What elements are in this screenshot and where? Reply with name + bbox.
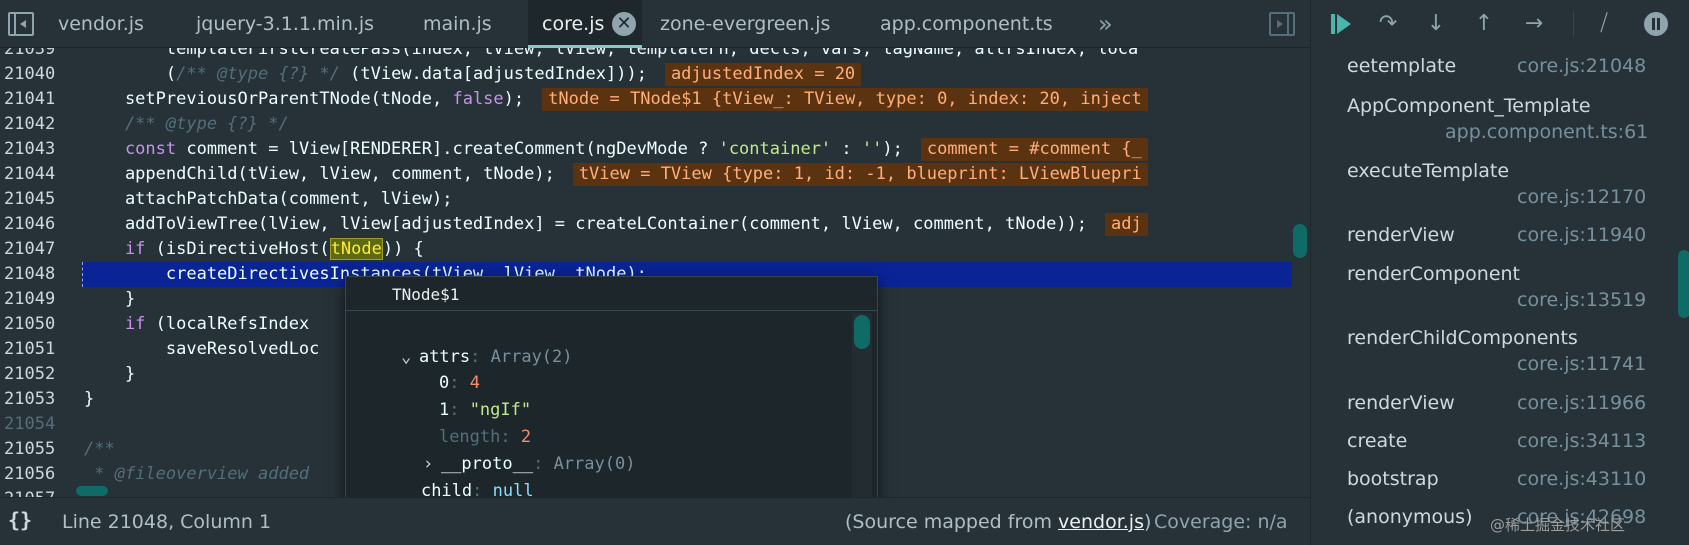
popover-title: TNode$1 [346, 277, 877, 311]
editor-horizontal-scrollbar[interactable] [76, 486, 108, 496]
call-stack-frame[interactable]: renderComponent core.js:13519 [1311, 263, 1689, 315]
call-stack-frame[interactable]: eetemplate core.js:21048 [1311, 55, 1689, 91]
inline-value: adj [1105, 213, 1148, 236]
call-stack-scrollbar[interactable] [1678, 250, 1689, 318]
status-bar: {} Line 21048, Column 1 (Source mapped f… [0, 497, 1310, 545]
editor-vertical-scrollbar[interactable] [1293, 224, 1307, 258]
source-map-link[interactable]: vendor.js [1058, 511, 1144, 533]
pause-icon [1644, 12, 1668, 36]
call-stack-frame[interactable]: create core.js:34113 [1311, 430, 1689, 460]
popover-row[interactable]: child: null [380, 452, 534, 501]
pause-on-exceptions-button[interactable] [1641, 10, 1671, 38]
step-out-button[interactable]: ↑ [1469, 10, 1499, 38]
toggle-debugger-icon[interactable] [1269, 12, 1295, 36]
code-line: setPreviousOrParentTNode(tNode, false); t… [84, 87, 1148, 112]
code-line: /** [84, 439, 115, 459]
source-map-info: (Source mapped from vendor.js) [845, 511, 1152, 533]
tab-jquery-js[interactable]: jquery-3.1.1.min.js [196, 0, 374, 48]
line-number[interactable]: 21055 [4, 437, 72, 462]
line-number[interactable]: 21045 [4, 187, 72, 212]
code-line: saveResolvedLoc [84, 339, 320, 359]
line-number[interactable]: 21043 [4, 137, 72, 162]
resume-button[interactable] [1325, 10, 1355, 38]
popover-row[interactable]: length: 2 [398, 398, 531, 447]
tab-vendor-js[interactable]: vendor.js [58, 0, 144, 48]
code-line: if (isDirectiveHost(tNode)) { [84, 238, 424, 260]
code-line: templateFirstCreatePass(index, tView, lV… [84, 48, 1139, 59]
code-line: } [84, 289, 136, 309]
step-over-icon: ↷ [1378, 11, 1398, 36]
tab-label: core.js [542, 13, 605, 35]
line-number[interactable]: 21041 [4, 87, 72, 112]
line-number[interactable]: 21047 [4, 237, 72, 262]
popover-row[interactable]: 0: 4 [398, 344, 480, 393]
toolbar-divider [1573, 12, 1574, 36]
more-tabs-icon[interactable]: » [1098, 10, 1113, 38]
popover-row-proto[interactable]: › __proto__: Array(0) [382, 425, 636, 474]
code-line: const comment = lView[RENDERER].createCo… [84, 137, 1148, 162]
inline-value: tNode = TNode$1 {tView_: TView, type: 0,… [542, 88, 1148, 111]
code-line: if (localRefsIndex [84, 314, 310, 334]
step-out-icon: ↑ [1474, 11, 1494, 36]
step-button[interactable]: → [1519, 10, 1549, 38]
code-line: addToViewTree(lView, lView[adjustedIndex… [84, 212, 1148, 237]
line-number[interactable]: 21049 [4, 287, 72, 312]
deactivate-breakpoints-icon: ⧸ [1600, 11, 1608, 36]
cursor-position: Line 21048, Column 1 [62, 511, 272, 533]
coverage-status: Coverage: n/a [1154, 511, 1288, 533]
code-line: } [84, 389, 95, 409]
tab-core-js[interactable]: core.js ✕ [528, 0, 642, 48]
editor-tab-bar: vendor.js jquery-3.1.1.min.js main.js co… [0, 0, 1310, 48]
line-number[interactable]: 21054 [4, 412, 72, 437]
tab-zone-evergreen-js[interactable]: zone-evergreen.js [660, 0, 830, 48]
pretty-print-icon[interactable]: {} [8, 508, 32, 532]
popover-row-attrs[interactable]: ⌄ attrs: Array(2) [360, 318, 573, 367]
line-number[interactable]: 21053 [4, 387, 72, 412]
debugger-toolbar: ↷ ↓ ↑ → ⧸ [1311, 0, 1689, 48]
code-line: * @fileoverview added [84, 464, 310, 484]
call-stack-frame[interactable]: renderView core.js:11940 [1311, 224, 1689, 254]
line-number[interactable]: 21056 [4, 462, 72, 487]
line-number[interactable]: 21040 [4, 62, 72, 87]
popover-row[interactable]: 1: "ngIf" [398, 371, 531, 420]
inline-value: adjustedIndex = 20 [664, 63, 862, 86]
line-number-gutter[interactable]: 21039 21040 21041 21042 21043 21044 2104… [0, 48, 76, 497]
call-stack-frame[interactable]: renderChildComponents core.js:11741 [1311, 327, 1689, 379]
code-line: /** @type {?} */ [84, 114, 289, 134]
tab-app-component-ts[interactable]: app.component.ts [880, 0, 1053, 48]
line-number[interactable]: 21052 [4, 362, 72, 387]
watermark: @稀土掘金技术社区 [1490, 516, 1626, 534]
step-into-icon: ↓ [1426, 11, 1446, 36]
toggle-sidebar-icon[interactable] [8, 12, 34, 36]
call-stack-frame[interactable]: bootstrap core.js:43110 [1311, 468, 1689, 498]
step-icon: → [1524, 11, 1544, 36]
call-stack-frame[interactable]: AppComponent_Template app.component.ts:6… [1311, 95, 1689, 147]
line-number[interactable]: 21044 [4, 162, 72, 187]
resume-icon [1331, 14, 1335, 34]
line-number[interactable]: 21042 [4, 112, 72, 137]
code-line: (/** @type {?} */ (tView.data[adjustedIn… [84, 62, 862, 87]
code-line: attachPatchData(comment, lView); [84, 189, 453, 209]
line-number[interactable]: 21039 [4, 48, 72, 62]
line-number[interactable]: 21057 [4, 487, 72, 497]
line-number[interactable]: 21046 [4, 212, 72, 237]
line-number[interactable]: 21048 [4, 262, 72, 287]
inline-value: tView = TView {type: 1, id: -1, blueprin… [572, 163, 1148, 186]
inline-value: comment = #comment {_ [920, 138, 1148, 161]
hovered-token[interactable]: tNode [329, 238, 383, 260]
line-number[interactable]: 21050 [4, 312, 72, 337]
step-into-button[interactable]: ↓ [1421, 10, 1451, 38]
close-icon[interactable]: ✕ [612, 12, 636, 36]
line-number[interactable]: 21051 [4, 337, 72, 362]
code-line: } [84, 364, 136, 384]
popover-vertical-scrollbar[interactable] [854, 315, 870, 349]
code-line: appendChild(tView, lView, comment, tNode… [84, 162, 1148, 187]
tab-main-js[interactable]: main.js [423, 0, 492, 48]
step-over-button[interactable]: ↷ [1373, 10, 1403, 38]
call-stack-frame[interactable]: executeTemplate core.js:12170 [1311, 160, 1689, 212]
debugger-sidebar: ↷ ↓ ↑ → ⧸ eetemplate core.js:21048 AppCo… [1310, 0, 1689, 545]
deactivate-breakpoints-button[interactable]: ⧸ [1589, 10, 1619, 38]
call-stack-frame[interactable]: renderView core.js:11966 [1311, 392, 1689, 422]
